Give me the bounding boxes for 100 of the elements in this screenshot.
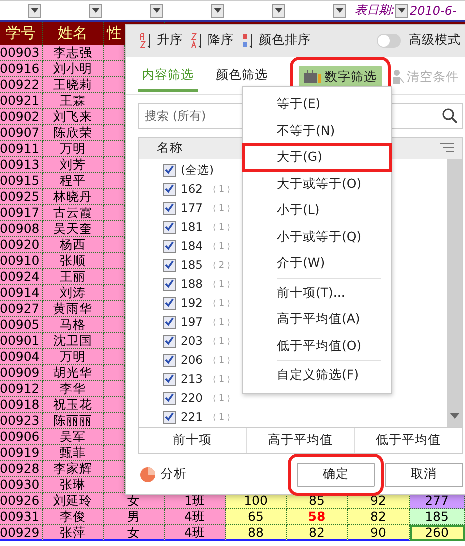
value-label: 213 [181,372,203,386]
table-cell: 00916 [0,61,43,77]
table-cell: 00928 [0,461,43,477]
table-cell: 00911 [0,141,43,157]
table-cell: 92 [348,493,410,509]
table-cell: 马格 [43,317,104,333]
table-cell: 00929 [0,525,43,541]
table-cell: 82 [287,525,348,541]
table-cell: 00912 [0,381,43,397]
table-cell: 杨西 [43,237,104,253]
table-cell: 陈丽丽 [43,413,104,429]
table-cell: 90 [348,525,410,541]
table-cell: 185 [410,509,465,525]
value-label: 185 [181,258,203,272]
table-cell: 00908 [0,221,43,237]
table-cell: 男 [104,509,165,525]
table-cell: 沈卫国 [43,333,104,349]
table-cell: 吴军 [43,429,104,445]
table-cell: 00923 [0,413,43,429]
table-cell: 00931 [0,509,43,525]
value-label: 162 [181,182,203,196]
count-label: （ 1 ） [208,202,235,214]
table-cell: 甄菲 [43,445,104,461]
table-cell: 万明 [43,349,104,365]
table-cell: 黄雨华 [43,301,104,317]
table-cell: 林晓丹 [43,189,104,205]
table-cell: 李华 [43,381,104,397]
table-cell: 00913 [0,157,43,173]
table-cell: 00926 [0,493,43,509]
table-cell: 00905 [0,317,43,333]
table-cell: 4班 [165,509,226,525]
table-cell: 女 [104,493,165,509]
value-label: 181 [181,220,203,234]
date-value: 2010-6- [410,4,457,18]
table-cell: 00921 [0,93,43,109]
table-cell: 82 [348,509,410,525]
count-label: （ 1 ） [208,298,235,310]
table-cell: 00907 [0,125,43,141]
value-label: 203 [181,334,203,348]
table-cell: 00903 [0,45,43,61]
table-cell: 祝玉花 [43,397,104,413]
table-cell: 王丽 [43,269,104,285]
table-cell: 刘飞来 [43,109,104,125]
table-cell: 00927 [0,301,43,317]
list-header: 名称 [157,140,183,156]
table-cell: 00901 [0,333,43,349]
table-cell: 张萍 [43,525,104,541]
table-cell: 00910 [0,253,43,269]
count-label: （ 2 ） [208,260,235,272]
table-cell: 刘芳 [43,157,104,173]
table-cell: 00906 [0,429,43,445]
table-cell: 85 [287,493,348,509]
table-cell: 李家辉 [43,461,104,477]
table-cell: 李志强 [43,45,104,61]
table-cell: 88 [226,525,287,541]
toggle-label: 高级模式 [409,32,461,50]
value-label: 177 [181,201,203,215]
count-label: （ 1 ） [208,278,235,290]
value-label: 184 [181,239,203,253]
table-cell: 女 [104,525,165,541]
table-cell: 刘延玲 [43,493,104,509]
table-cell: 00917 [0,205,43,221]
value-label: 221 [181,410,203,424]
table-cell: 65 [226,509,287,525]
table-cell: 00915 [0,173,43,189]
table-cell: 王晓莉 [43,77,104,93]
table-cell: 程平 [43,173,104,189]
value-label: 197 [181,315,203,329]
table-cell: 万明 [43,141,104,157]
table-cell: 陈欣荣 [43,125,104,141]
value-label: 188 [181,277,203,291]
table-cell: 刘涛 [43,285,104,301]
table-cell: 00902 [0,109,43,125]
count-label: （ 1 ） [208,392,235,404]
date-label: 表日期: [354,2,395,19]
table-cell: 00920 [0,237,43,253]
table-cell: 刘小明 [43,61,104,77]
table-cell: 4班 [165,525,226,541]
table-cell: 00919 [0,445,43,461]
table-cell: 王霖 [43,93,104,109]
table-cell: 张琳 [43,477,104,493]
table-cell: 古云霞 [43,205,104,221]
table-cell: 00914 [0,285,43,301]
table-cell: 58 [287,509,348,525]
table-cell: 00924 [0,269,43,285]
table-cell: 00904 [0,349,43,365]
count-label: （ 1 ） [208,240,235,252]
value-label: 220 [181,391,203,405]
value-label: 192 [181,296,203,310]
table-cell: 胡光华 [43,365,104,381]
table-cell: 260 [410,525,465,541]
count-label: （ 1 ） [208,316,235,328]
table-cell: 00925 [0,189,43,205]
table-cell: 00918 [0,397,43,413]
count-label: （ 1 ） [208,412,235,424]
table-cell: 吴天奎 [43,221,104,237]
table-cell: 张顺 [43,253,104,269]
count-label: （ 1 ） [208,184,235,196]
count-label: （ 1 ） [208,336,235,348]
count-label: （ 1 ） [208,354,235,366]
